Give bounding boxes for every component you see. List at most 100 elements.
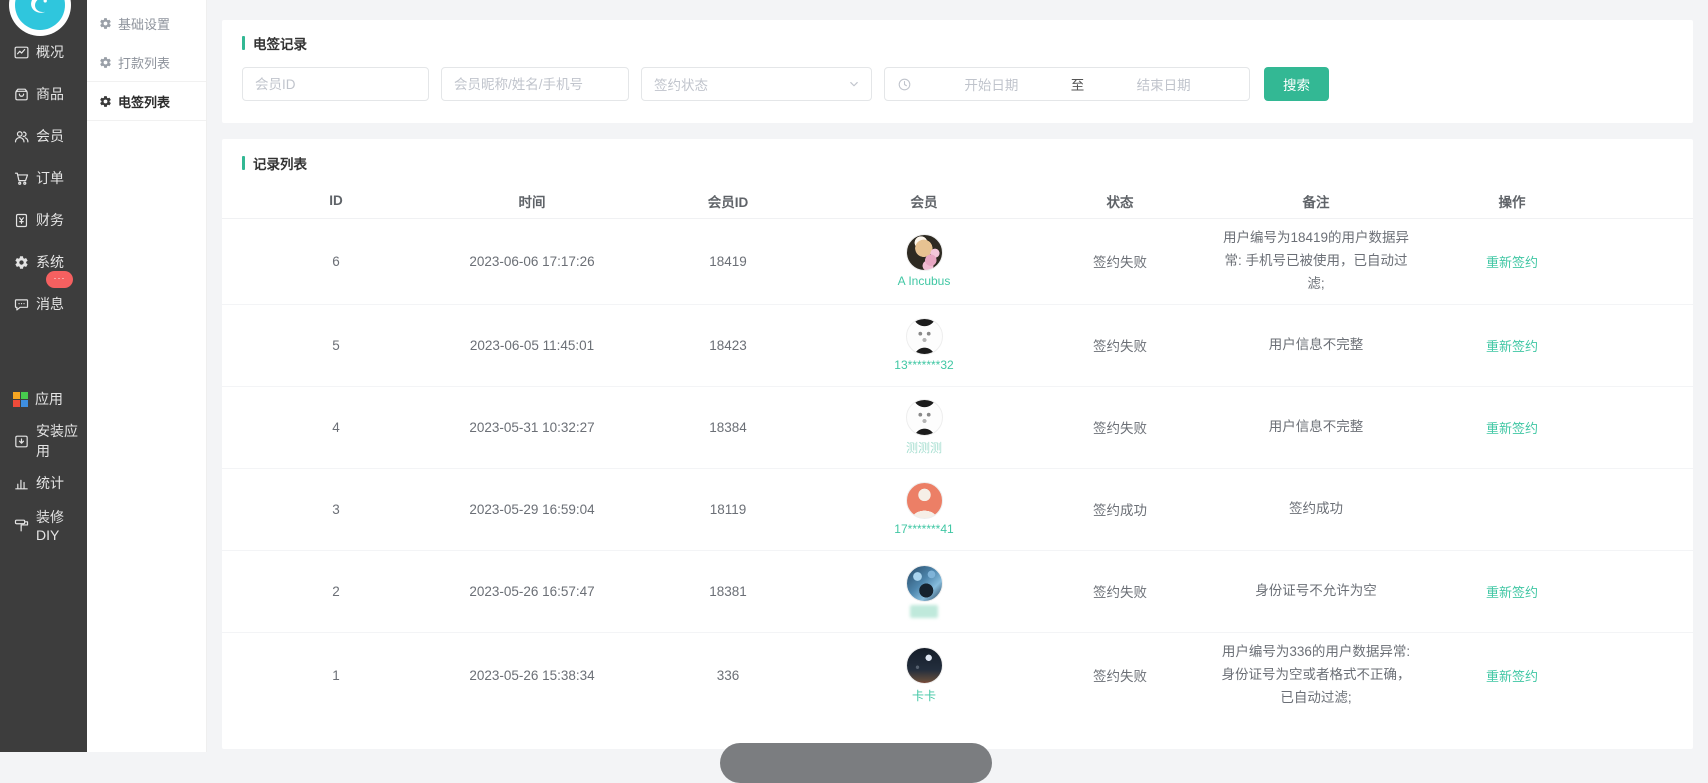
sidebar-item-label: 订单	[36, 168, 64, 188]
finance-icon	[13, 212, 30, 229]
sidebar-item-members[interactable]: 会员	[0, 115, 87, 157]
member-avatar[interactable]	[906, 399, 943, 436]
bottom-overlay-pill	[720, 743, 992, 783]
member-avatar[interactable]	[906, 647, 943, 684]
esign-record-search-card: 电签记录 签约状态 开始日期 至 结束日期 搜索	[222, 20, 1693, 123]
sidebar-item-stats[interactable]: 统计	[0, 462, 87, 504]
cell-remark: 用户信息不完整	[1269, 416, 1364, 439]
sidebar-item-apps[interactable]: 应用	[0, 378, 87, 420]
cell-remark: 身份证号不允许为空	[1255, 580, 1377, 603]
cell-action: 重新签约	[1414, 418, 1610, 437]
brand-swirl-icon	[15, 0, 65, 30]
cell-member-id: 18381	[630, 584, 826, 599]
message-badge: ···	[46, 271, 73, 288]
resign-link[interactable]: 重新签约	[1486, 421, 1538, 436]
resign-link[interactable]: 重新签约	[1486, 255, 1538, 270]
sidebar-item-label: 财务	[36, 210, 64, 230]
col-header-remark: 备注	[1218, 191, 1414, 211]
member-name[interactable]: 17*******41	[894, 522, 953, 536]
members-icon	[13, 128, 30, 145]
cell-member: 卡卡	[826, 647, 1022, 704]
gear-icon	[99, 95, 112, 108]
resign-link[interactable]: 重新签约	[1486, 585, 1538, 600]
sidebar-item-finance[interactable]: 财务	[0, 199, 87, 241]
sidebar-item-goods[interactable]: 商品	[0, 73, 87, 115]
member-avatar[interactable]	[906, 318, 943, 355]
member-avatar[interactable]	[906, 482, 943, 519]
cell-status: 签约失败	[1022, 665, 1218, 685]
filter-row: 签约状态 开始日期 至 结束日期 搜索	[242, 67, 1673, 101]
sidebar-item-system[interactable]: 系统	[0, 241, 87, 283]
gear-icon	[99, 56, 112, 69]
submenu-item-payment-list[interactable]: 打款列表	[87, 43, 206, 82]
date-range-picker[interactable]: 开始日期 至 结束日期	[884, 67, 1250, 101]
cell-member-id: 336	[630, 668, 826, 683]
overview-icon	[13, 44, 30, 61]
cell-status: 签约成功	[1022, 499, 1218, 519]
sidebar-item-overview[interactable]: 概况	[0, 31, 87, 73]
cell-status: 签约失败	[1022, 581, 1218, 601]
sidebar-item-label: 装修DIY	[36, 507, 87, 543]
table-header: ID 时间 会员ID 会员 状态 备注 操作	[222, 183, 1693, 219]
cell-status: 签约失败	[1022, 335, 1218, 355]
member-name[interactable]: 13*******32	[894, 358, 953, 372]
member-avatar[interactable]	[906, 565, 943, 602]
sidebar-item-diy[interactable]: 装修DIY	[0, 504, 87, 546]
member-name[interactable]: 卡卡	[912, 687, 936, 704]
member-info-input[interactable]	[441, 67, 629, 101]
title-accent-bar	[242, 36, 245, 50]
submenu-item-basic-settings[interactable]: 基础设置	[87, 4, 206, 43]
col-header-id: ID	[238, 193, 434, 208]
cell-remark: 签约成功	[1289, 498, 1343, 521]
member-avatar[interactable]	[906, 234, 943, 271]
cell-member-id: 18419	[630, 254, 826, 269]
sidebar-item-label: 概况	[36, 42, 64, 62]
col-header-status: 状态	[1022, 191, 1218, 211]
cell-member-id: 18384	[630, 420, 826, 435]
table-row: 5 2023-06-05 11:45:01 18423 13*******32 …	[222, 305, 1693, 387]
sign-status-placeholder: 签约状态	[654, 74, 847, 94]
submenu-item-label: 基础设置	[118, 14, 170, 33]
member-name[interactable]	[910, 605, 938, 618]
cell-time: 2023-05-26 16:57:47	[434, 584, 630, 599]
sidebar-item-label: 商品	[36, 84, 64, 104]
table-row: 1 2023-05-26 15:38:34 336 卡卡 签约失败 用户编号为3…	[222, 633, 1693, 718]
end-date-placeholder: 结束日期	[1090, 74, 1237, 94]
message-icon	[13, 296, 30, 313]
install-app-icon	[13, 433, 30, 450]
col-header-member: 会员	[826, 191, 1022, 211]
cell-id: 5	[238, 338, 434, 353]
primary-nav: 概况 商品 会员 订单 财务 系统 消息 ··· 应用	[0, 0, 87, 546]
member-name[interactable]: A Incubus	[898, 274, 951, 288]
record-list-title: 记录列表	[222, 153, 1693, 173]
cell-time: 2023-05-29 16:59:04	[434, 502, 630, 517]
submenu-item-esign-list[interactable]: 电签列表	[87, 82, 206, 121]
search-button[interactable]: 搜索	[1264, 67, 1329, 101]
cell-member: 测测测	[826, 399, 1022, 456]
resign-link[interactable]: 重新签约	[1486, 339, 1538, 354]
primary-sidebar: 概况 商品 会员 订单 财务 系统 消息 ··· 应用	[0, 0, 87, 752]
table-row: 3 2023-05-29 16:59:04 18119 17*******41 …	[222, 469, 1693, 551]
cell-time: 2023-06-06 17:17:26	[434, 254, 630, 269]
sidebar-item-label: 会员	[36, 126, 64, 146]
cell-action: 重新签约	[1414, 666, 1610, 685]
stats-icon	[13, 475, 30, 492]
sidebar-item-label: 系统	[36, 252, 64, 272]
cell-status: 签约失败	[1022, 251, 1218, 271]
sidebar-item-label: 消息	[36, 294, 64, 314]
sidebar-item-messages[interactable]: 消息 ···	[0, 283, 87, 325]
col-header-member-id: 会员ID	[630, 191, 826, 211]
submenu-item-label: 打款列表	[118, 53, 170, 72]
cell-member: 17*******41	[826, 482, 1022, 536]
sidebar-item-install-app[interactable]: 安装应用	[0, 420, 87, 462]
member-id-input[interactable]	[242, 67, 429, 101]
chevron-down-icon	[847, 77, 861, 91]
diy-roller-icon	[13, 517, 30, 534]
sidebar-item-orders[interactable]: 订单	[0, 157, 87, 199]
resign-link[interactable]: 重新签约	[1486, 669, 1538, 684]
orders-icon	[13, 170, 30, 187]
table-row: 6 2023-06-06 17:17:26 18419 A Incubus 签约…	[222, 219, 1693, 305]
goods-icon	[13, 86, 30, 103]
sign-status-select[interactable]: 签约状态	[641, 67, 872, 101]
member-name[interactable]: 测测测	[906, 439, 942, 456]
